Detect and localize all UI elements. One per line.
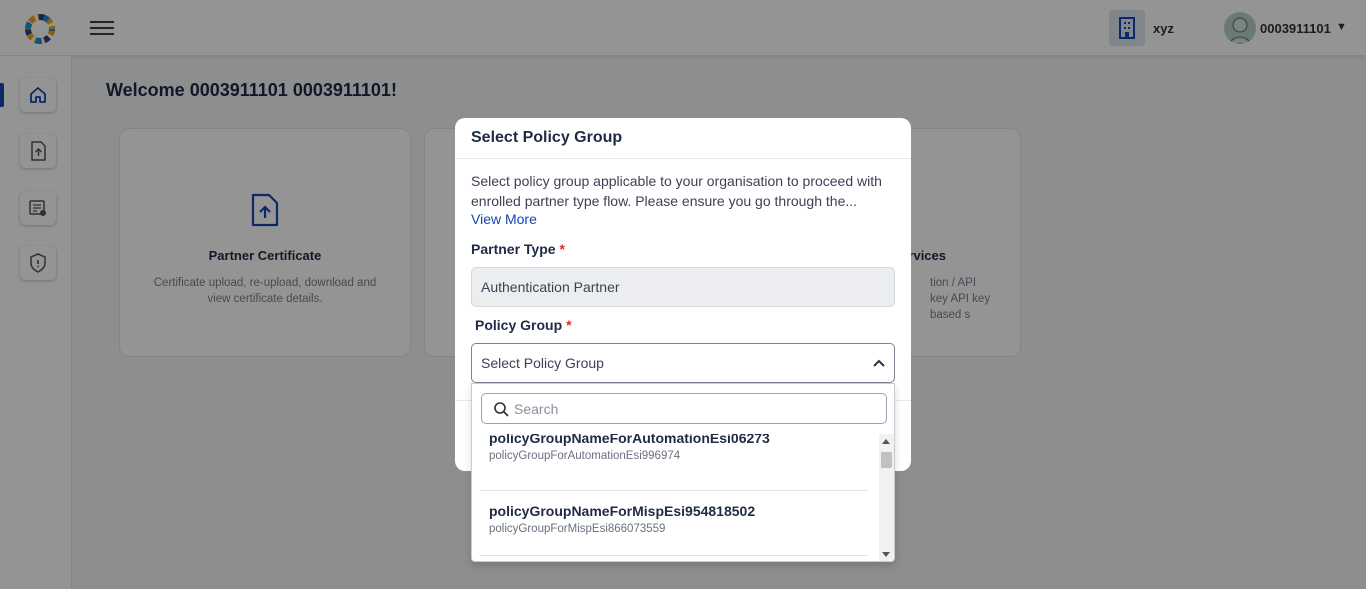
item-description: policyGroupForAutomationEsi996974 xyxy=(489,450,681,462)
policy-group-select-value: Select Policy Group xyxy=(481,355,604,371)
policy-group-select[interactable]: Select Policy Group xyxy=(471,343,895,383)
search-icon xyxy=(494,402,509,417)
required-marker: * xyxy=(559,241,565,257)
policy-group-label: Policy Group * xyxy=(475,317,572,333)
view-more-link[interactable]: View More xyxy=(471,211,537,227)
scroll-down-arrow-icon[interactable] xyxy=(882,552,890,557)
list-scrollbar[interactable] xyxy=(879,434,894,561)
list-item[interactable]: policyGroupNameForAutomationEsi06273 pol… xyxy=(480,434,868,491)
search-input[interactable] xyxy=(514,399,874,419)
search-box[interactable] xyxy=(481,393,887,424)
list-item[interactable]: policyGroupNameForMispEsi954818502 polic… xyxy=(480,491,868,556)
modal-title: Select Policy Group xyxy=(455,118,911,159)
required-marker: * xyxy=(566,317,572,333)
item-name: policyGroupNameForAutomationEsi06273 xyxy=(489,434,770,446)
item-description: policyGroupForMispEsi866073559 xyxy=(489,523,666,535)
policy-group-dropdown: policyGroupNameForAutomationEsi06273 pol… xyxy=(471,383,895,562)
partner-type-label: Partner Type * xyxy=(471,241,565,257)
partner-type-field: Authentication Partner xyxy=(471,267,895,307)
modal-description: Select policy group applicable to your o… xyxy=(471,173,882,209)
scroll-up-arrow-icon[interactable] xyxy=(882,439,890,444)
chevron-up-icon xyxy=(873,359,885,367)
item-name: policyGroupNameForMispEsi954818502 xyxy=(489,503,756,519)
scrollbar-thumb[interactable] xyxy=(881,452,892,468)
policy-group-list: policyGroupNameForAutomationEsi06273 pol… xyxy=(472,434,879,561)
